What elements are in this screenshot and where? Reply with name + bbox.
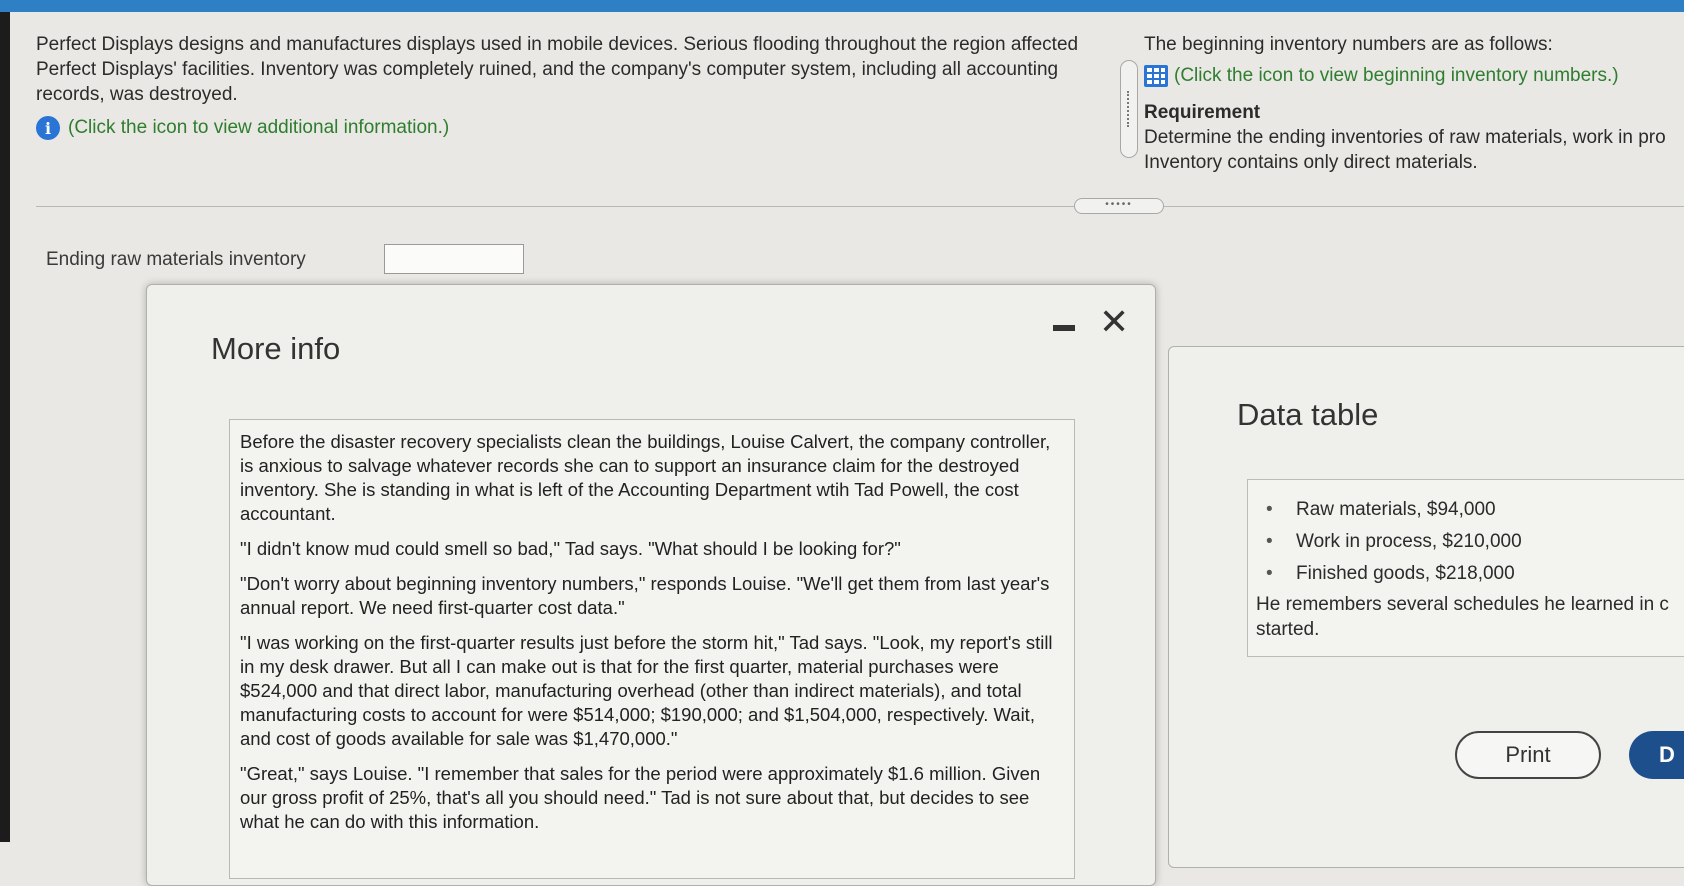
top-bar — [0, 0, 1684, 12]
paragraph: "Great," says Louise. "I remember that s… — [240, 763, 1041, 832]
additional-info-label[interactable]: (Click the icon to view additional infor… — [68, 117, 449, 139]
info-icon[interactable]: i — [36, 116, 60, 140]
horizontal-splitter-handle[interactable]: ••••• — [1074, 198, 1164, 214]
ending-raw-materials-input[interactable] — [384, 244, 524, 274]
beginning-inventory-link-label[interactable]: (Click the icon to view beginning invent… — [1174, 63, 1619, 88]
list-item: Work in process, $210,000 — [1266, 526, 1522, 558]
data-table-dialog: Data table Raw materials, $94,000 Work i… — [1168, 346, 1684, 868]
vertical-splitter-handle[interactable] — [1120, 60, 1138, 158]
more-info-text: Before the disaster recovery specialists… — [229, 419, 1075, 879]
table-icon[interactable] — [1144, 64, 1168, 87]
print-button[interactable]: Print — [1455, 731, 1601, 779]
data-table-note: He remembers several schedules he learne… — [1256, 594, 1669, 640]
beginning-inventory-text: The beginning inventory numbers are as f… — [1144, 34, 1553, 55]
problem-statement: Perfect Displays designs and manufacture… — [36, 34, 1079, 105]
close-icon[interactable]: ✕ — [1099, 305, 1129, 341]
requirement-text: Determine the ending inventories of raw … — [1144, 127, 1666, 148]
data-table-box: Raw materials, $94,000 Work in process, … — [1247, 479, 1684, 657]
requirement-note: Inventory contains only direct materials… — [1144, 152, 1478, 173]
more-info-dialog: More info ✕ Before the disaster recovery… — [146, 284, 1156, 886]
list-item: Raw materials, $94,000 — [1266, 494, 1522, 526]
list-item: Finished goods, $218,000 — [1266, 558, 1522, 590]
screen-edge — [0, 12, 10, 842]
paragraph: "I didn't know mud could smell so bad," … — [240, 538, 901, 559]
paragraph: "I was working on the first-quarter resu… — [240, 632, 1053, 749]
ending-raw-materials-label: Ending raw materials inventory — [46, 249, 306, 270]
requirement-title: Requirement — [1144, 102, 1261, 123]
paragraph: "Don't worry about beginning inventory n… — [240, 573, 1050, 618]
data-table-title: Data table — [1237, 397, 1379, 432]
beginning-inventory-link[interactable]: (Click the icon to view beginning invent… — [1144, 63, 1684, 88]
done-button[interactable]: D — [1629, 731, 1684, 779]
dialog-title: More info — [211, 331, 341, 366]
section-divider — [36, 206, 1684, 207]
minimize-icon[interactable] — [1053, 325, 1075, 331]
paragraph: Before the disaster recovery specialists… — [240, 431, 1051, 524]
additional-info-link[interactable]: i (Click the icon to view additional inf… — [36, 116, 449, 140]
right-panel: The beginning inventory numbers are as f… — [1144, 32, 1684, 175]
beginning-inventory-list: Raw materials, $94,000 Work in process, … — [1266, 494, 1522, 590]
